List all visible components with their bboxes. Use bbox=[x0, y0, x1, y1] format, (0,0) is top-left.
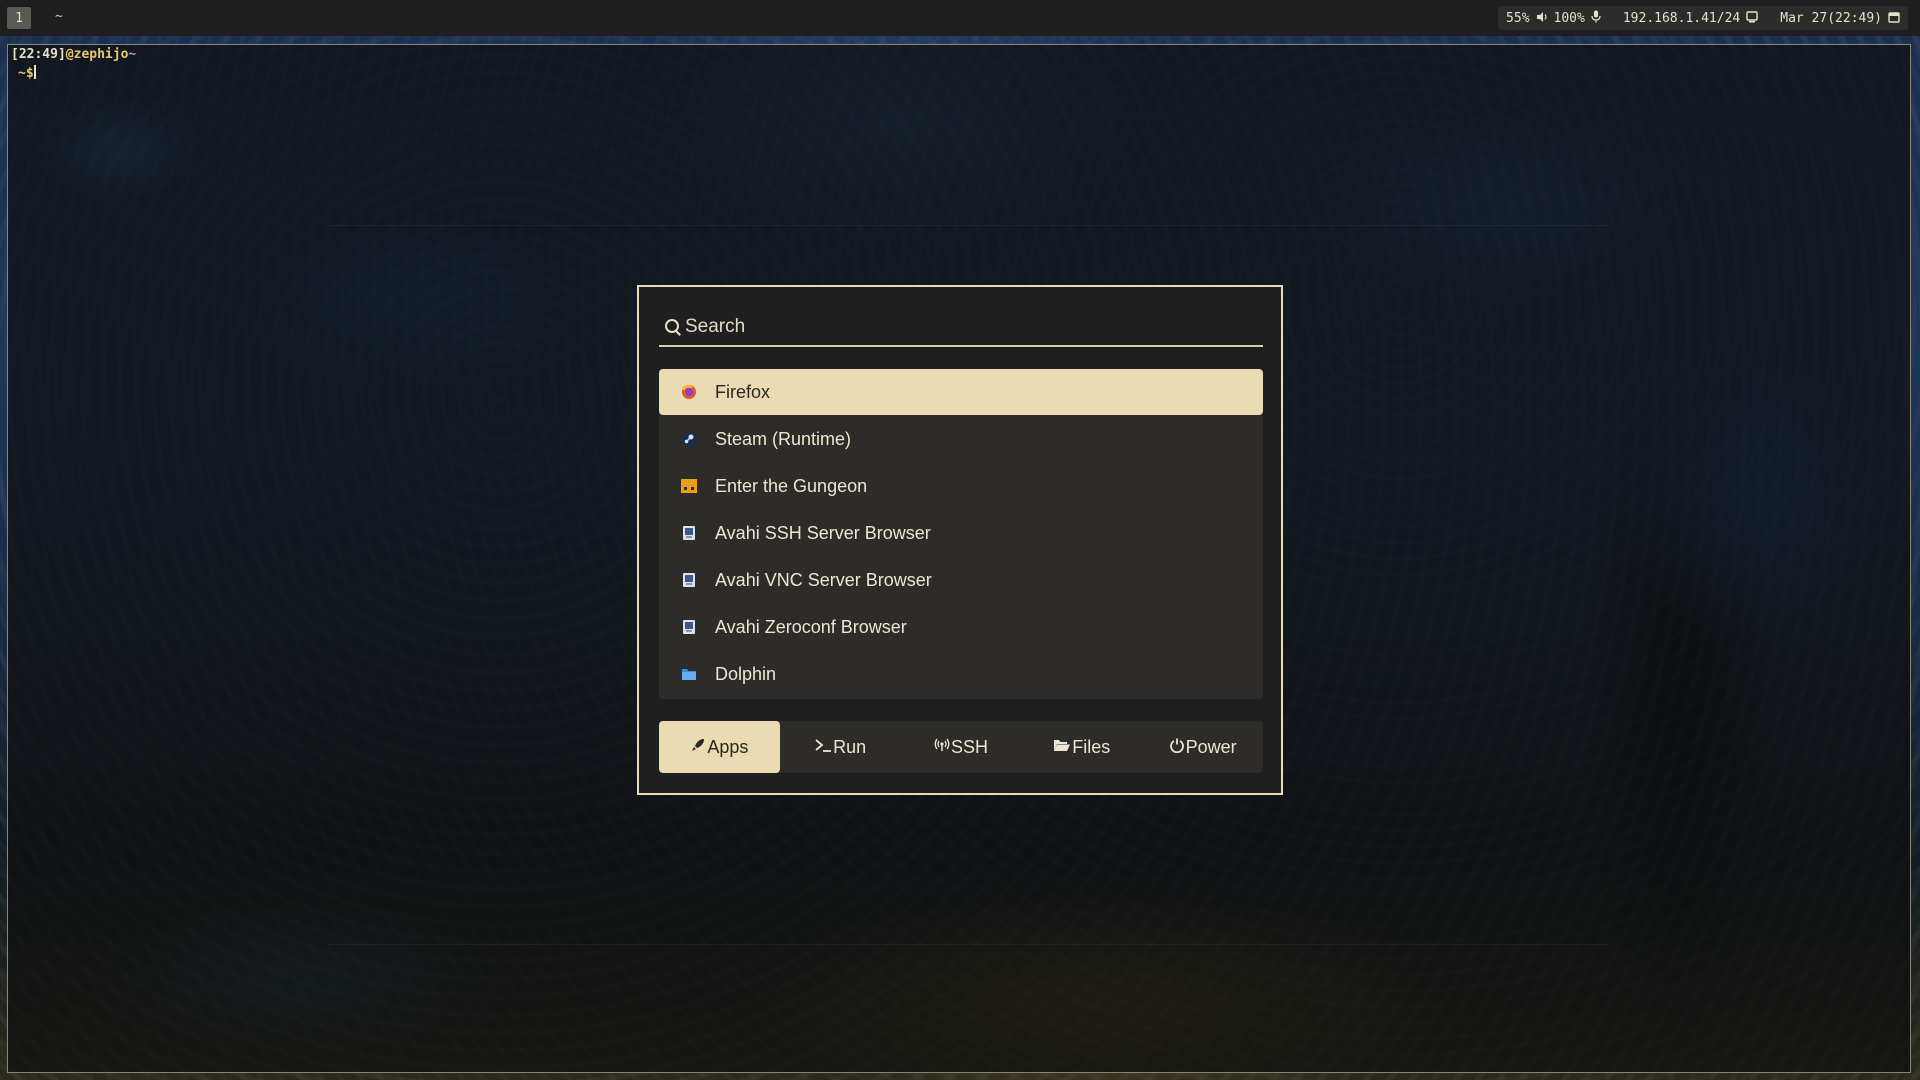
avahi-icon bbox=[681, 525, 697, 541]
workspace-tag[interactable]: 1 bbox=[7, 7, 31, 29]
search-bar bbox=[659, 309, 1263, 347]
list-item[interactable]: Avahi VNC Server Browser bbox=[659, 557, 1263, 603]
list-item[interactable]: Avahi Zeroconf Browser bbox=[659, 604, 1263, 650]
brightness-value: 55% bbox=[1506, 10, 1530, 26]
steam-icon bbox=[681, 431, 697, 447]
calendar-icon[interactable] bbox=[1888, 11, 1900, 26]
avahi-icon bbox=[681, 619, 697, 635]
search-input[interactable] bbox=[683, 309, 1263, 345]
top-bar: 1 ~ 55% 100% 192.168.1.41/24 Mar 27(22:4… bbox=[0, 0, 1920, 36]
folder-icon bbox=[681, 666, 697, 682]
list-item[interactable]: Firefox bbox=[659, 369, 1263, 415]
power-icon bbox=[1169, 737, 1185, 758]
tab-ssh[interactable]: SSH bbox=[901, 721, 1022, 773]
tab-label: Apps bbox=[707, 736, 749, 757]
tab-label: Power bbox=[1185, 736, 1237, 757]
app-launcher: Firefox Steam (Runtime) Enter the Gungeo… bbox=[637, 285, 1283, 795]
network-icon bbox=[934, 737, 950, 758]
tab-label: SSH bbox=[950, 736, 988, 757]
window-title: ~ bbox=[55, 9, 63, 24]
app-label: Steam (Runtime) bbox=[715, 428, 852, 449]
tab-label: Files bbox=[1072, 736, 1111, 757]
tab-run[interactable]: Run bbox=[780, 721, 901, 773]
firefox-icon bbox=[681, 384, 697, 400]
text-cursor bbox=[33, 65, 36, 79]
date-time: Mar 27(22:49) bbox=[1780, 10, 1882, 26]
status-bar: 55% 100% 192.168.1.41/24 Mar 27(22:49) bbox=[1498, 6, 1908, 30]
app-label: Avahi SSH Server Browser bbox=[715, 522, 931, 543]
gungeon-icon bbox=[681, 478, 697, 494]
tab-files[interactable]: Files bbox=[1021, 721, 1142, 773]
tab-label: Run bbox=[833, 736, 867, 757]
list-item[interactable]: Avahi SSH Server Browser bbox=[659, 510, 1263, 556]
prompt-symbol: ~$ bbox=[18, 66, 34, 81]
network-icon[interactable] bbox=[1746, 10, 1758, 26]
prompt-line-1: [22:49]@zephijo~ bbox=[11, 47, 136, 62]
app-label: Avahi VNC Server Browser bbox=[715, 569, 932, 590]
list-item[interactable]: Steam (Runtime) bbox=[659, 416, 1263, 462]
list-item[interactable]: Dolphin bbox=[659, 651, 1263, 697]
rocket-icon bbox=[690, 737, 706, 758]
avahi-icon bbox=[681, 572, 697, 588]
volume-value: 100% bbox=[1553, 10, 1585, 26]
list-item[interactable]: Enter the Gungeon bbox=[659, 463, 1263, 509]
search-icon bbox=[663, 317, 683, 337]
app-list: Firefox Steam (Runtime) Enter the Gungeo… bbox=[659, 369, 1263, 699]
terminal-prompt-icon bbox=[814, 737, 832, 758]
ip-address: 192.168.1.41/24 bbox=[1622, 10, 1741, 26]
mode-tabs: Apps Run SSH Files Power bbox=[659, 721, 1263, 773]
prompt-user: @zephijo bbox=[65, 47, 129, 62]
app-label: Dolphin bbox=[715, 663, 777, 684]
app-label: Enter the Gungeon bbox=[715, 475, 868, 496]
tab-apps[interactable]: Apps bbox=[659, 721, 780, 773]
folder-open-icon bbox=[1053, 737, 1071, 758]
volume-icon[interactable] bbox=[1536, 11, 1548, 26]
app-label: Firefox bbox=[715, 381, 771, 402]
microphone-icon[interactable] bbox=[1591, 10, 1601, 26]
app-label: Avahi Zeroconf Browser bbox=[715, 616, 907, 637]
prompt-time: [22:49] bbox=[11, 47, 66, 62]
prompt-dir: ~ bbox=[128, 47, 137, 62]
tab-power[interactable]: Power bbox=[1142, 721, 1263, 773]
prompt-line-2: ~$ bbox=[18, 65, 36, 81]
